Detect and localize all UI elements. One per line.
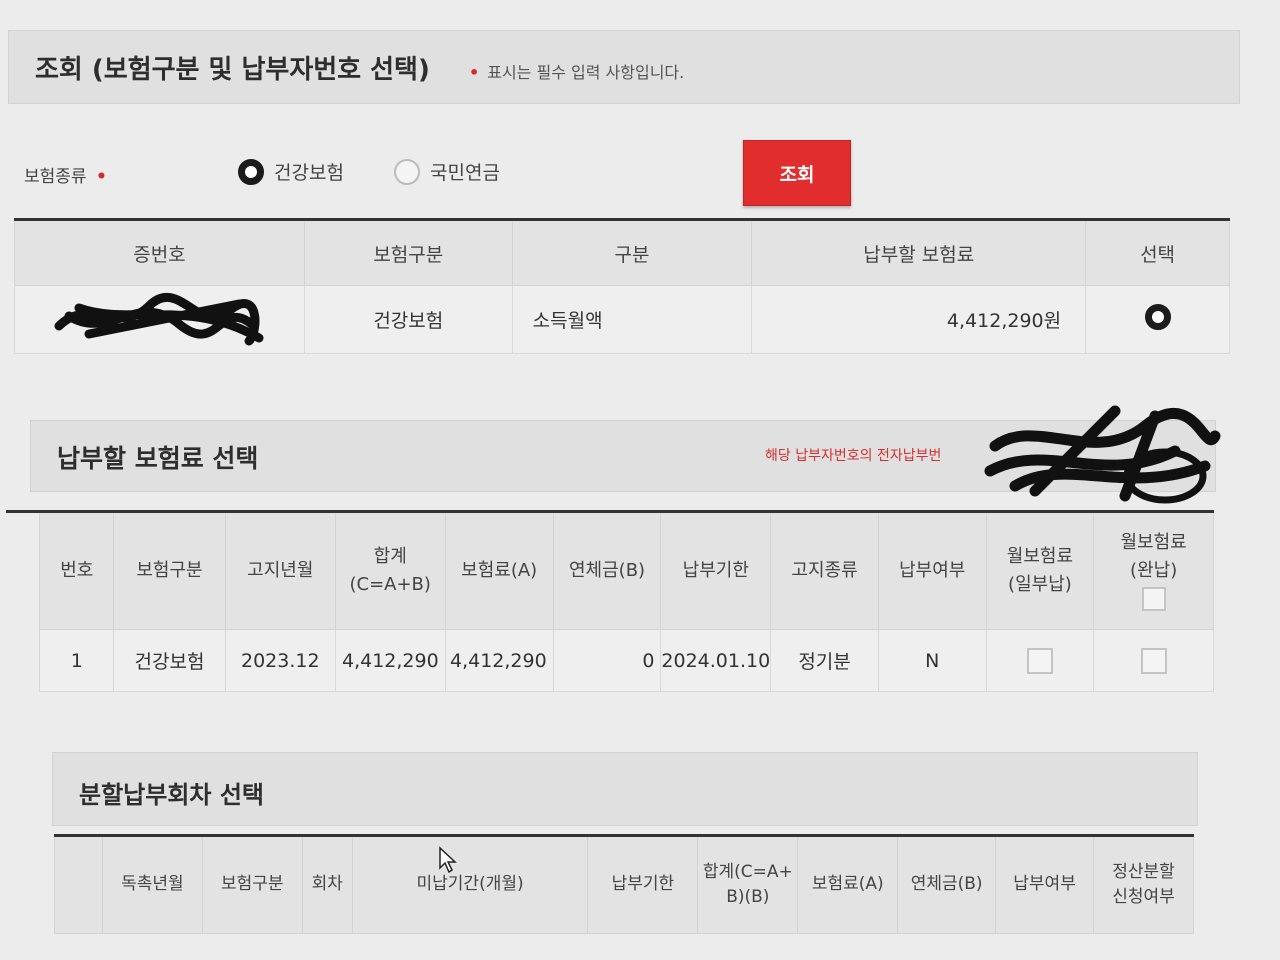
col-header-insurance-type: 보험구분 — [303, 219, 513, 286]
policy-insurance-type: 건강보험 — [303, 285, 513, 354]
col-header-insurance-type: 보험구분 — [113, 511, 226, 630]
col-header-unpaid-period: 미납기간(개월) — [351, 835, 589, 934]
table-margin — [6, 511, 40, 630]
table-margin — [6, 629, 40, 692]
col-header-paid: 납부여부 — [995, 835, 1095, 934]
row-total: 4,412,290 — [334, 629, 446, 692]
policy-category: 소득월액 — [511, 285, 753, 354]
radio-selected-icon[interactable] — [238, 158, 264, 185]
inquiry-section-header: 조회 (보험구분 및 납부자번호 선택) • 표시는 필수 입력 사항입니다. — [8, 30, 1240, 104]
col-header-notice-month: 고지년월 — [224, 511, 336, 630]
insurance-type-row: 보험종류 • 건강보험 국민연금 조회 — [24, 140, 884, 210]
table-row[interactable]: 1 건강보험 2023.12 4,412,290 4,412,290 0 202… — [6, 629, 1214, 692]
col-header-premium: 보험료(A) — [444, 511, 554, 630]
inquiry-title: 조회 (보험구분 및 납부자번호 선택) — [35, 55, 430, 85]
row-notice-month: 2023.12 — [224, 629, 336, 692]
radio-national-pension[interactable]: 국민연금 — [394, 158, 500, 185]
policy-number-redacted — [14, 285, 305, 354]
col-header-category: 구분 — [511, 219, 753, 286]
col-header-amount-due: 납부할 보험료 — [751, 219, 1087, 286]
radio-unselected-icon[interactable] — [394, 158, 420, 185]
checkbox-icon[interactable] — [1026, 647, 1053, 674]
row-late-fee: 0 — [552, 629, 662, 692]
insurance-type-label-text: 보험종류 — [24, 167, 87, 187]
installment-section-header: 분할납부회차 선택 — [52, 752, 1198, 826]
table-row[interactable]: 건강보험 소득월액 4,412,290원 — [14, 285, 1230, 354]
checkbox-icon[interactable] — [1140, 647, 1167, 674]
col-header-paid: 납부여부 — [877, 511, 987, 630]
row-full-checkbox-cell[interactable] — [1093, 629, 1214, 692]
row-paid-status: N — [877, 629, 987, 692]
col-header-total: 합계 (C=A+B) — [334, 511, 446, 630]
col-header-select: 선택 — [1085, 219, 1230, 286]
row-number: 1 — [39, 629, 115, 692]
col-header-due-date: 납부기한 — [587, 835, 699, 934]
row-partial-checkbox-cell[interactable] — [985, 629, 1095, 692]
premium-table-header-row: 번호 보험구분 고지년월 합계 (C=A+B) 보험료(A) 연체금(B) 납부… — [6, 511, 1214, 630]
select-all-checkbox-icon[interactable] — [1141, 586, 1166, 611]
col-header-late-fee: 연체금(B) — [552, 511, 662, 630]
radio-pension-label: 국민연금 — [430, 162, 500, 184]
col-header-select — [54, 835, 103, 934]
redaction-scribble-icon — [54, 292, 264, 346]
payment-number-notice: 해당 납부자번호의 전자납부번 — [765, 448, 942, 464]
policy-table-header-row: 증번호 보험구분 구분 납부할 보험료 선택 — [14, 219, 1230, 286]
col-header-dunning-month: 독촉년월 — [101, 835, 203, 934]
required-note: • 표시는 필수 입력 사항입니다. — [469, 59, 684, 83]
installment-table: 독촉년월 보험구분 회차 미납기간(개월) 납부기한 합계(C=A+ B)(B)… — [54, 834, 1194, 934]
col-header-notice-type: 고지종류 — [770, 511, 879, 630]
col-header-due-date: 납부기한 — [660, 511, 772, 630]
col-header-full-monthly-label: 월보험료 (완납) — [1120, 532, 1187, 582]
radio-health-label: 건강보험 — [274, 162, 344, 184]
row-insurance-type: 건강보험 — [113, 629, 226, 692]
col-header-settlement-installment: 정산분할 신청여부 — [1093, 835, 1194, 934]
installment-section-title: 분할납부회차 선택 — [79, 781, 264, 809]
required-mark: • — [469, 63, 480, 82]
col-header-round: 회차 — [301, 835, 353, 934]
col-header-premium: 보험료(A) — [797, 835, 899, 934]
col-header-total: 합계(C=A+ B)(B) — [697, 835, 799, 934]
search-button[interactable]: 조회 — [743, 140, 851, 206]
radio-selected-icon[interactable] — [1144, 304, 1171, 330]
policy-select-cell[interactable] — [1085, 285, 1230, 354]
row-due-date: 2024.01.10 — [660, 629, 772, 692]
policy-amount: 4,412,290원 — [751, 285, 1087, 354]
mouse-pointer-icon — [439, 846, 457, 874]
required-mark-icon: • — [95, 167, 107, 187]
policy-table: 증번호 보험구분 구분 납부할 보험료 선택 건강보험 소득월액 4,412,2… — [14, 218, 1230, 354]
col-header-policy-number: 증번호 — [14, 219, 305, 286]
col-header-partial-monthly: 월보험료 (일부납) — [985, 511, 1095, 630]
col-header-insurance-type: 보험구분 — [201, 835, 303, 934]
col-header-number: 번호 — [39, 511, 115, 630]
installment-table-header-row: 독촉년월 보험구분 회차 미납기간(개월) 납부기한 합계(C=A+ B)(B)… — [54, 835, 1194, 934]
premium-table: 번호 보험구분 고지년월 합계 (C=A+B) 보험료(A) 연체금(B) 납부… — [6, 510, 1214, 692]
premium-section-title: 납부할 보험료 선택 — [57, 444, 259, 473]
row-premium: 4,412,290 — [444, 629, 554, 692]
col-header-full-monthly: 월보험료 (완납) — [1093, 511, 1214, 630]
required-note-text: 표시는 필수 입력 사항입니다. — [487, 63, 685, 82]
radio-health-insurance[interactable]: 건강보험 — [238, 158, 344, 185]
redaction-scribble-icon — [984, 405, 1221, 504]
insurance-type-label: 보험종류 • — [24, 162, 115, 187]
col-header-late-fee: 연체금(B) — [897, 835, 997, 934]
row-notice-type: 정기분 — [770, 629, 879, 692]
